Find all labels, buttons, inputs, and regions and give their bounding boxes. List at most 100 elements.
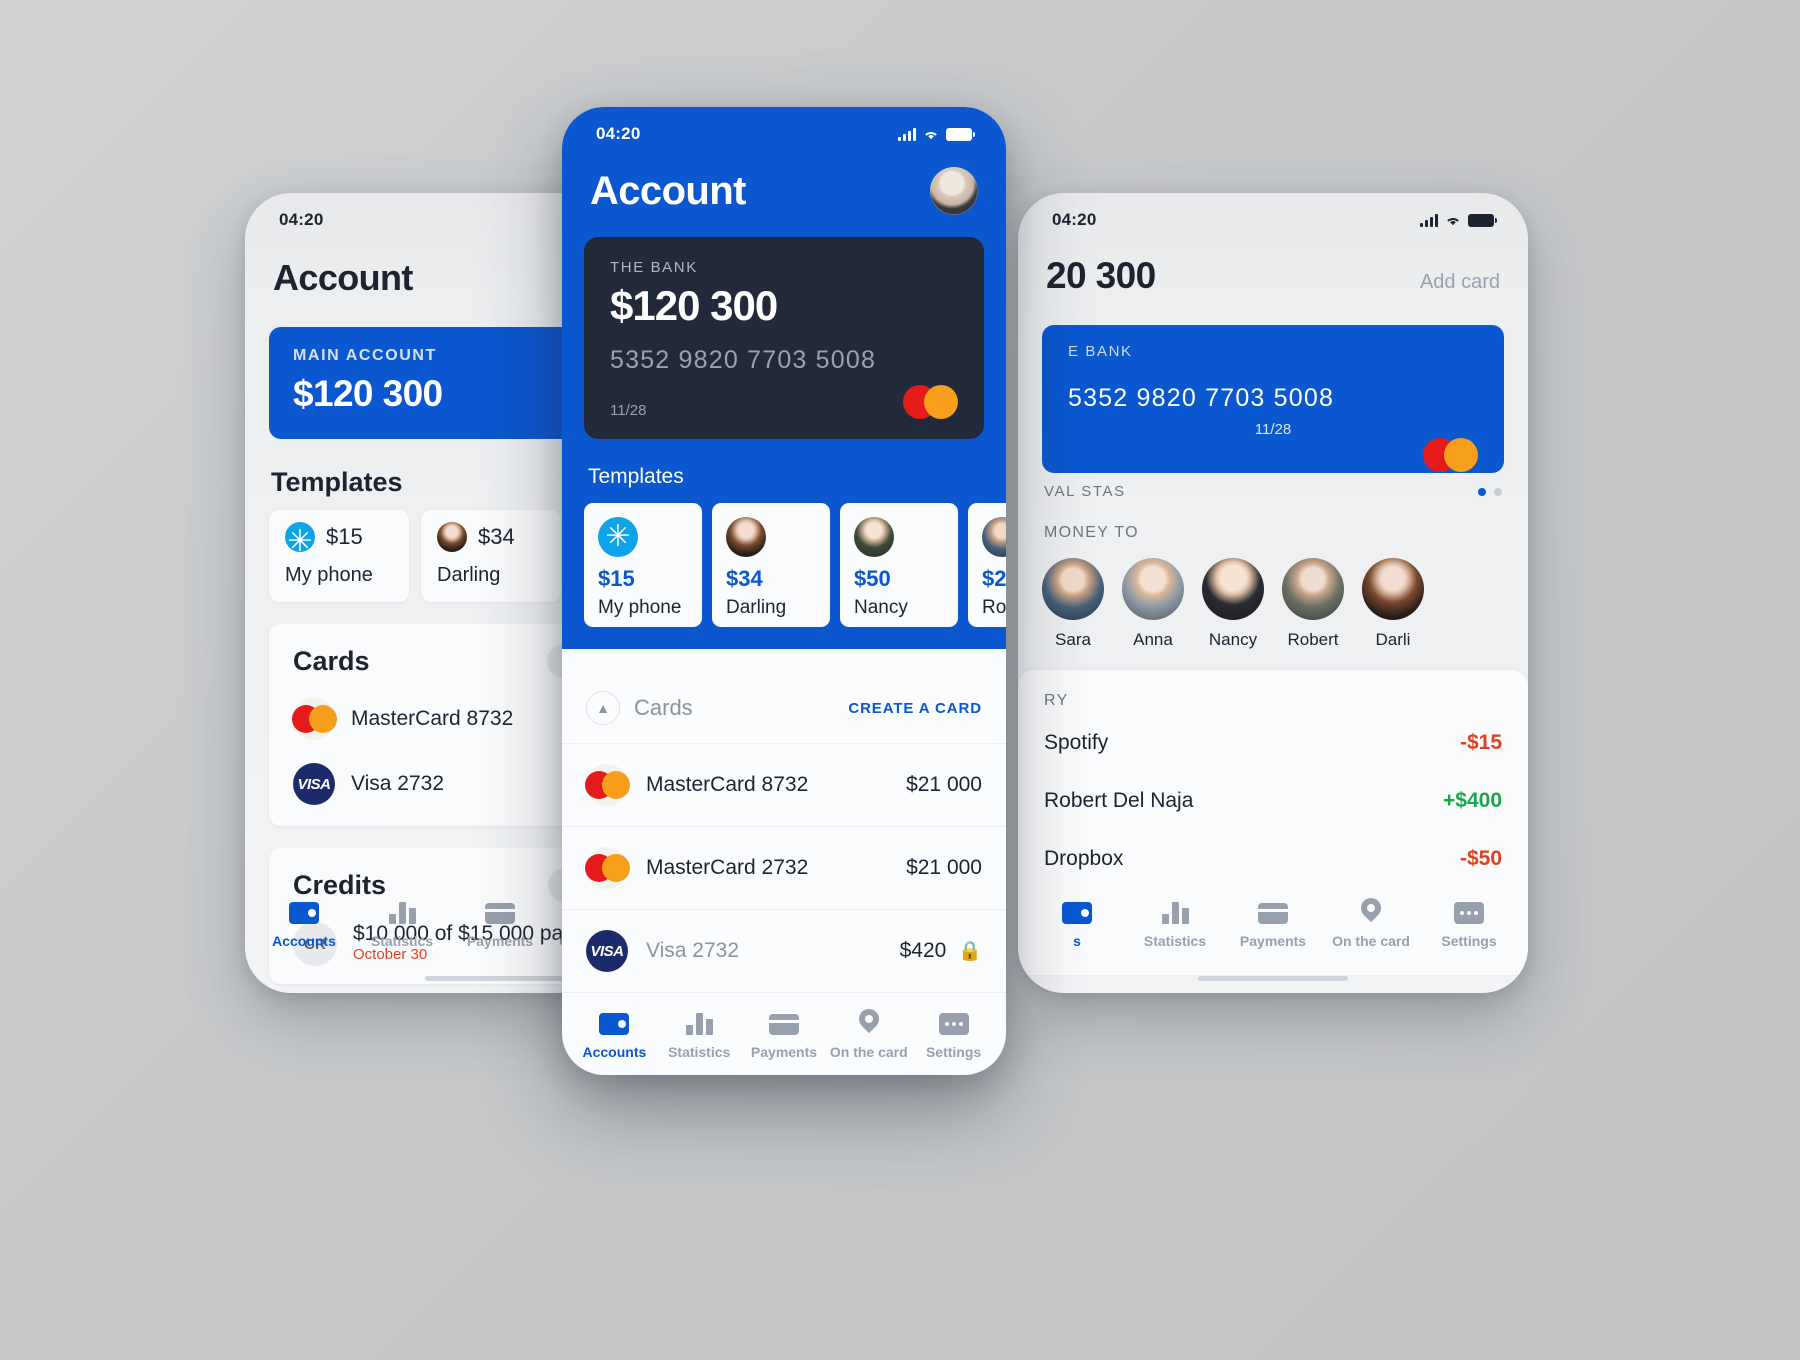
contact-avatar bbox=[854, 517, 894, 557]
status-time: 04:20 bbox=[596, 124, 641, 143]
tab-label: s bbox=[1073, 933, 1081, 949]
template-name: Darling bbox=[726, 597, 787, 618]
bar-chart-icon bbox=[685, 1009, 713, 1035]
contact-avatar bbox=[1362, 558, 1424, 620]
status-icons bbox=[1420, 213, 1497, 227]
add-card-button[interactable]: Add card bbox=[1420, 271, 1500, 294]
history-row[interactable]: Robert Del Naja +$400 bbox=[1044, 772, 1502, 830]
tab-accounts[interactable]: s bbox=[1028, 898, 1126, 949]
tab-label: Accounts bbox=[272, 933, 336, 949]
tab-settings[interactable]: Settings bbox=[911, 1009, 996, 1060]
map-pin-icon bbox=[859, 1009, 879, 1035]
contact-name: Sara bbox=[1055, 630, 1091, 649]
card-row[interactable]: MasterCard 2732 $21 000 bbox=[562, 827, 1006, 910]
tab-label: On the card bbox=[1332, 933, 1410, 949]
template-name: Robert bbox=[982, 597, 1006, 618]
tab-payments[interactable]: Payments bbox=[742, 1009, 827, 1060]
tab-accounts[interactable]: Accounts bbox=[572, 1009, 657, 1060]
wallet-icon bbox=[289, 898, 319, 924]
contact-item[interactable]: Darli bbox=[1362, 558, 1424, 650]
card-icon bbox=[768, 1009, 799, 1035]
template-item[interactable]: $50 Nancy bbox=[840, 503, 958, 627]
template-item[interactable]: $34 Darling bbox=[421, 510, 561, 602]
history-amount: -$15 bbox=[1459, 731, 1502, 754]
status-time: 04:20 bbox=[279, 210, 324, 229]
card-row[interactable]: MasterCard 8732 $21 000 bbox=[562, 744, 1006, 827]
history-name: Dropbox bbox=[1044, 847, 1124, 870]
bar-chart-icon bbox=[1161, 898, 1189, 924]
map-pin-icon bbox=[1361, 898, 1381, 924]
history-amount: +$400 bbox=[1443, 789, 1502, 812]
mastercard-icon bbox=[1423, 438, 1478, 472]
tab-label: Statistics bbox=[1143, 933, 1207, 949]
signal-bars-icon bbox=[1420, 213, 1438, 227]
contact-item[interactable]: Robert bbox=[1282, 558, 1344, 650]
history-name: Spotify bbox=[1044, 731, 1109, 754]
cards-panel-title: Cards bbox=[293, 645, 370, 676]
contact-item[interactable]: Sara bbox=[1042, 558, 1104, 650]
card-expiry: 11/28 bbox=[610, 402, 647, 419]
user-avatar[interactable] bbox=[930, 167, 978, 215]
bank-card[interactable]: E BANK 5352 9820 7703 5008 11/28 bbox=[1042, 325, 1504, 473]
tab-statistics[interactable]: Statistics bbox=[353, 898, 451, 949]
bank-card[interactable]: THE BANK $120 300 5352 9820 7703 5008 11… bbox=[584, 237, 984, 439]
visa-icon: VISA bbox=[586, 930, 628, 972]
tab-on-the-card[interactable]: On the card bbox=[1322, 898, 1420, 949]
templates-heading: Templates bbox=[588, 465, 684, 488]
template-amount: $34 bbox=[478, 524, 515, 549]
contact-avatar bbox=[437, 522, 467, 552]
tab-payments[interactable]: Payments bbox=[1224, 898, 1322, 949]
chevron-up-icon[interactable]: ▲ bbox=[586, 691, 620, 725]
contact-avatar bbox=[726, 517, 766, 557]
contact-avatar bbox=[1202, 558, 1264, 620]
wallet-icon bbox=[599, 1009, 630, 1035]
star-burst-icon bbox=[285, 522, 315, 552]
template-amount: $15 bbox=[598, 566, 635, 591]
contact-avatar bbox=[982, 517, 1006, 557]
tab-payments[interactable]: Payments bbox=[451, 898, 549, 949]
template-amount: $15 bbox=[326, 524, 363, 549]
tab-label: Payments bbox=[750, 1044, 818, 1060]
tab-label: Statistics bbox=[370, 933, 434, 949]
contact-item[interactable]: Nancy bbox=[1202, 558, 1264, 650]
create-a-card-button[interactable]: CREATE A CARD bbox=[848, 700, 982, 717]
template-item[interactable]: $25 Robert bbox=[968, 503, 1006, 627]
contact-name: Robert bbox=[1287, 630, 1339, 649]
template-amount: $50 bbox=[854, 566, 891, 591]
bottom-tab-bar: s Statistics Payments On the card Settin… bbox=[1018, 882, 1528, 963]
home-indicator bbox=[562, 1074, 1006, 1075]
tab-accounts[interactable]: Accounts bbox=[255, 898, 353, 949]
cards-sheet: ▲ Cards CREATE A CARD MasterCard 8732 $2… bbox=[562, 671, 1006, 993]
history-row[interactable]: Dropbox -$50 bbox=[1044, 830, 1502, 888]
phone-screen-right: 04:20 20 300 Add card E BANK 5352 9820 7… bbox=[1018, 193, 1528, 993]
contact-item[interactable]: Anna bbox=[1122, 558, 1184, 650]
visa-icon: VISA bbox=[293, 763, 335, 805]
tab-statistics[interactable]: Statistics bbox=[1126, 898, 1224, 949]
tab-settings[interactable]: Settings bbox=[1420, 898, 1518, 949]
home-indicator bbox=[1018, 965, 1528, 991]
template-item[interactable]: $34 Darling bbox=[712, 503, 830, 627]
contacts-list[interactable]: Sara Anna Nancy Robert Darli bbox=[1018, 558, 1528, 650]
mastercard-icon bbox=[903, 385, 958, 419]
card-bank-label: E BANK bbox=[1068, 343, 1133, 360]
template-item[interactable]: $15 My phone bbox=[269, 510, 409, 602]
card-row[interactable]: VISA Visa 2732 $420 🔒 bbox=[562, 910, 1006, 993]
card-amount: $21 000 bbox=[906, 773, 982, 796]
contact-avatar bbox=[1122, 558, 1184, 620]
carousel-dots[interactable] bbox=[1478, 487, 1502, 496]
contact-name: Anna bbox=[1133, 630, 1173, 649]
wifi-icon bbox=[1445, 214, 1461, 226]
template-item[interactable]: $15 My phone bbox=[584, 503, 702, 627]
tab-statistics[interactable]: Statistics bbox=[657, 1009, 742, 1060]
card-holder: VAL STAS bbox=[1044, 483, 1126, 500]
templates-list[interactable]: $15 My phone $34 Darling $50 Nancy $25 R… bbox=[562, 503, 1006, 627]
dots-icon bbox=[938, 1009, 969, 1035]
template-amount: $25 bbox=[982, 566, 1006, 591]
tab-label: Settings bbox=[1441, 933, 1497, 949]
lock-icon[interactable]: 🔒 bbox=[958, 939, 982, 963]
card-number: 5352 9820 7703 5008 bbox=[610, 346, 877, 374]
card-balance: $120 300 bbox=[610, 282, 778, 329]
history-row[interactable]: Spotify -$15 bbox=[1044, 714, 1502, 772]
tab-on-the-card[interactable]: On the card bbox=[826, 1009, 911, 1060]
bar-chart-icon bbox=[388, 898, 416, 924]
